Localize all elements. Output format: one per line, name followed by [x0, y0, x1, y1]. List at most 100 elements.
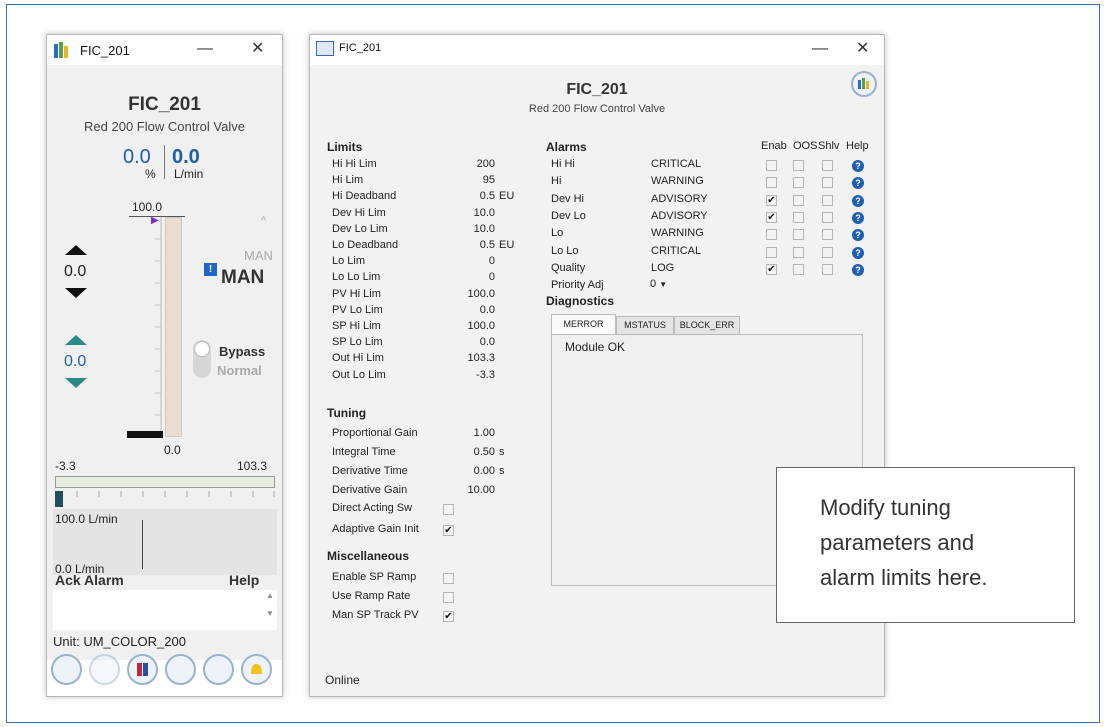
help-button[interactable]: Help	[229, 572, 259, 588]
bypass-label: Bypass	[219, 344, 266, 359]
faceplate-button[interactable]	[851, 71, 877, 97]
block-button[interactable]	[127, 654, 158, 685]
alarm-enable-checkbox[interactable]: ✔	[766, 194, 777, 206]
limit-value[interactable]: 10.0	[450, 207, 495, 219]
tuning-value[interactable]: 0.00	[450, 465, 495, 477]
alarm-oos-checkbox[interactable]	[793, 263, 804, 275]
sp-value[interactable]: 0.0	[64, 263, 86, 281]
alarm-shelve-checkbox[interactable]	[822, 211, 833, 223]
alarm-oos-checkbox[interactable]	[793, 246, 804, 258]
alarm-enable-checkbox[interactable]: ✔	[766, 211, 777, 223]
alarm-help-icon[interactable]: ?	[852, 246, 864, 259]
alarm-priority[interactable]: ADVISORY	[651, 210, 708, 222]
alarm-enable-checkbox[interactable]	[766, 246, 777, 258]
minimize-button[interactable]: —	[197, 39, 213, 59]
alarm-oos-checkbox[interactable]	[793, 194, 804, 206]
limit-label: Lo Deadband	[332, 239, 399, 251]
alarm-shelve-checkbox[interactable]	[822, 263, 833, 275]
out-value[interactable]: 0.0	[64, 353, 86, 371]
alarm-help-icon[interactable]: ?	[852, 211, 864, 224]
limit-value[interactable]: 0.5	[450, 190, 495, 202]
limit-label: Dev Hi Lim	[332, 206, 386, 219]
alarm-enable-checkbox[interactable]: ✔	[766, 263, 777, 275]
alarm-priority[interactable]: WARNING	[651, 175, 704, 187]
col-shlv: Shlv	[818, 140, 840, 152]
trend-button[interactable]	[89, 654, 120, 685]
alarm-scrollbar[interactable]: ▲ ▼	[264, 591, 276, 629]
alarm-priority[interactable]: CRITICAL	[651, 158, 701, 170]
misc-checkbox[interactable]: ✔	[443, 611, 454, 622]
detail-close-button[interactable]: ✕	[856, 39, 869, 59]
alarm-help-icon[interactable]: ?	[852, 194, 864, 207]
diagram-button[interactable]	[165, 654, 196, 685]
alarm-enable-checkbox[interactable]	[766, 160, 777, 171]
alarm-shelve-checkbox[interactable]	[822, 194, 833, 206]
ack-alarm-button[interactable]: Ack Alarm	[55, 572, 124, 588]
limit-value[interactable]: 95	[450, 174, 495, 186]
tuning-header: Tuning	[327, 406, 367, 420]
priority-adj-select[interactable]: 0 ▼	[650, 278, 667, 290]
misc-checkbox[interactable]	[443, 592, 454, 603]
alarm-priority[interactable]: ADVISORY	[651, 193, 708, 205]
tuning-checkbox[interactable]: ✔	[443, 525, 454, 536]
out-decrease-button[interactable]	[64, 376, 88, 394]
limit-value[interactable]: 0.0	[450, 304, 495, 316]
alarm-shelve-checkbox[interactable]	[822, 246, 833, 258]
flow-unit: L/min	[174, 167, 204, 181]
limit-value[interactable]: 0.0	[450, 336, 495, 348]
limit-label: PV Hi Lim	[332, 287, 381, 300]
tab-block-err-label: BLOCK_ERR	[679, 320, 735, 330]
tab-mstatus[interactable]: MSTATUS	[616, 316, 674, 334]
alarm-help-icon[interactable]: ?	[852, 263, 864, 276]
callout-line-1: Modify tuning	[820, 495, 951, 520]
bypass-toggle[interactable]	[193, 340, 211, 378]
alarm-priority[interactable]: CRITICAL	[651, 245, 701, 257]
alarm-oos-checkbox[interactable]	[793, 177, 804, 189]
alarm-shelve-checkbox[interactable]	[822, 177, 833, 189]
limit-value[interactable]: 10.0	[450, 223, 495, 235]
alarm-shelve-checkbox[interactable]	[822, 160, 833, 171]
limit-value[interactable]: 0	[450, 255, 495, 267]
tuning-value[interactable]: 10.00	[450, 484, 495, 496]
alarm-oos-checkbox[interactable]	[793, 211, 804, 223]
tab-block-err[interactable]: BLOCK_ERR	[674, 316, 740, 334]
history-button[interactable]	[203, 654, 234, 685]
alarm-bell-icon[interactable]	[241, 654, 272, 685]
tab-merror[interactable]: MERROR	[551, 314, 616, 334]
misc-checkbox[interactable]	[443, 573, 454, 584]
bar-scroll-up-icon[interactable]: ^	[261, 215, 266, 227]
out-pointer-icon	[127, 431, 163, 438]
alarm-help-icon[interactable]: ?	[852, 160, 864, 172]
alarm-oos-checkbox[interactable]	[793, 229, 804, 241]
limit-value[interactable]: 100.0	[450, 288, 495, 300]
tuning-checkbox[interactable]	[443, 504, 454, 515]
alarm-priority[interactable]: WARNING	[651, 227, 704, 239]
alarm-enable-checkbox[interactable]	[766, 177, 777, 189]
mode-actual[interactable]: MAN	[221, 267, 264, 289]
tuning-value[interactable]: 0.50	[450, 446, 495, 458]
limit-value[interactable]: -3.3	[450, 369, 495, 381]
limit-value[interactable]: 200	[450, 158, 495, 170]
alarm-priority[interactable]: LOG	[651, 262, 674, 274]
tab-mstatus-label: MSTATUS	[624, 320, 666, 330]
window-title: FIC_201	[80, 43, 130, 58]
detail-heading: FIC_201	[566, 81, 628, 98]
out-increase-button[interactable]	[64, 333, 88, 351]
misc-label: Use Ramp Rate	[332, 590, 411, 602]
dropdown-arrow-icon: ▼	[659, 280, 668, 289]
close-button[interactable]: ✕	[251, 39, 264, 59]
limit-value[interactable]: 103.3	[450, 352, 495, 364]
sp-decrease-button[interactable]	[64, 286, 88, 304]
tuning-value[interactable]: 1.00	[450, 427, 495, 439]
limit-value[interactable]: 0	[450, 271, 495, 283]
detail-minimize-button[interactable]: —	[812, 39, 828, 59]
sp-increase-button[interactable]	[64, 243, 88, 261]
limit-label: Hi Hi Lim	[332, 158, 377, 170]
limit-value[interactable]: 0.5	[450, 239, 495, 251]
module-description: Red 200 Flow Control Valve	[84, 119, 245, 134]
alarm-shelve-checkbox[interactable]	[822, 229, 833, 241]
limit-value[interactable]: 100.0	[450, 320, 495, 332]
alarm-enable-checkbox[interactable]	[766, 229, 777, 241]
alarm-oos-checkbox[interactable]	[793, 160, 804, 171]
detail-display-button[interactable]	[51, 654, 82, 685]
